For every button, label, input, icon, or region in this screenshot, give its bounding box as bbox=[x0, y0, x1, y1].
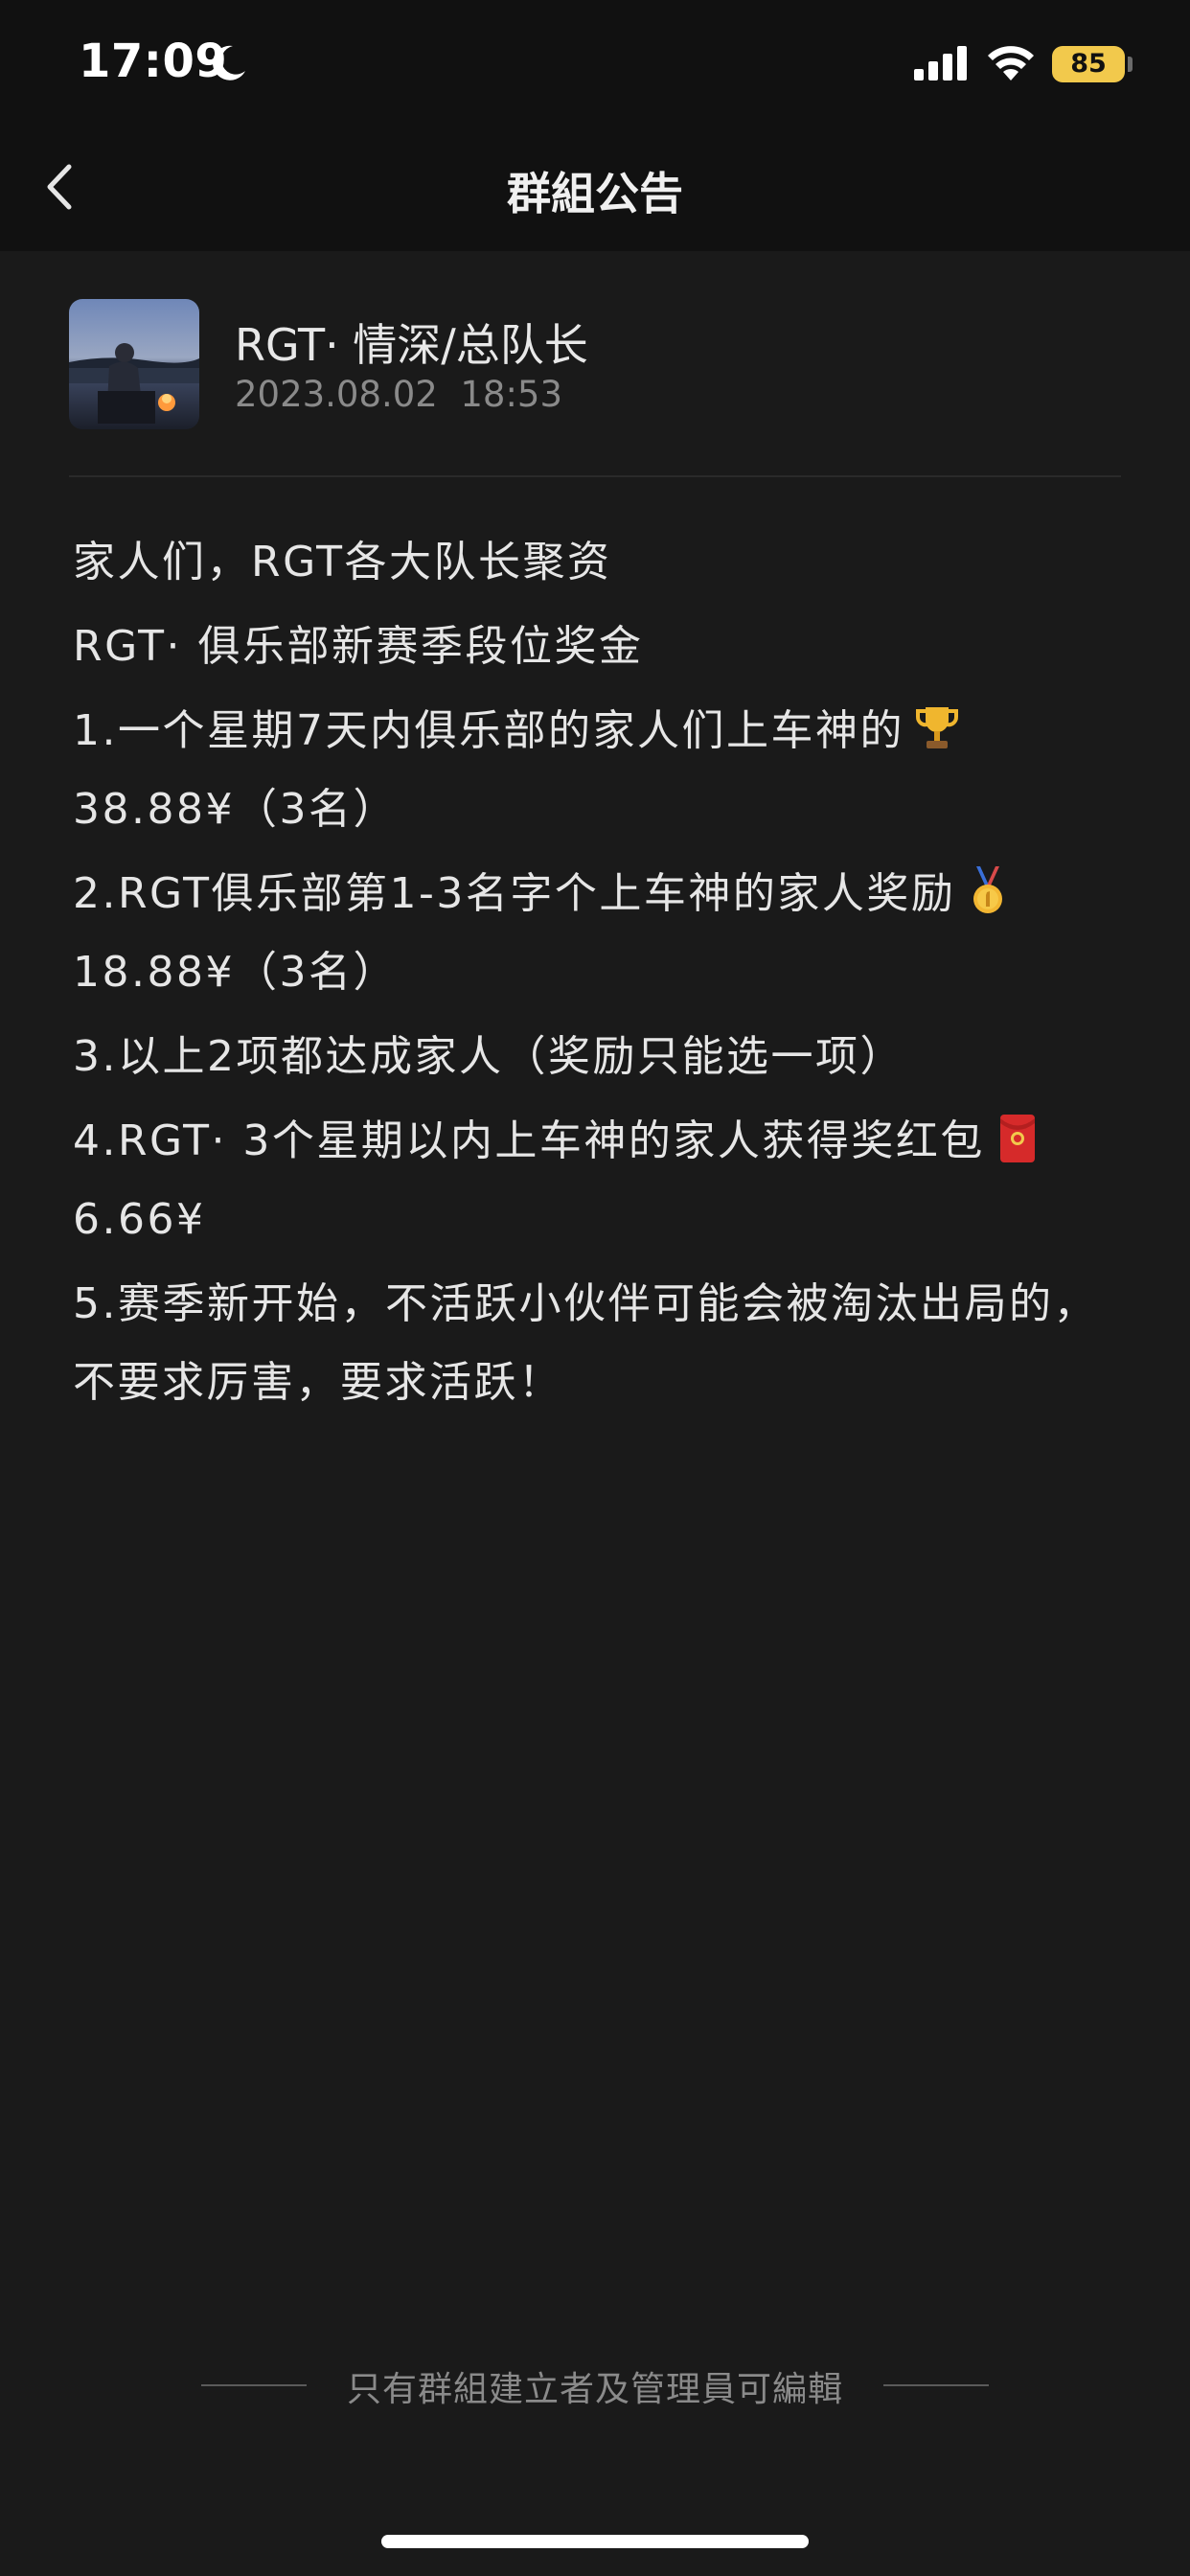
post-timestamp: 2023.08.02 18:53 bbox=[235, 374, 562, 415]
line-text: 5.赛季新开始，不活跃小伙伴可能会被淘汰出局的，不要求厉害，要求活跃！ bbox=[73, 1279, 1098, 1407]
line-text: 1.一个星期7天内俱乐部的家人们上车神的 bbox=[73, 706, 904, 755]
avatar-image bbox=[69, 299, 199, 429]
announcement-line: 5.赛季新开始，不活跃小伙伴可能会被淘汰出局的，不要求厉害，要求活跃！ bbox=[73, 1265, 1127, 1422]
status-time: 17:09 bbox=[79, 34, 228, 88]
line-text-continued: 6.66¥ bbox=[73, 1195, 206, 1244]
battery-nub bbox=[1128, 57, 1133, 72]
page-title: 群組公告 bbox=[507, 168, 683, 219]
nav-bar: 群組公告 bbox=[0, 125, 1190, 251]
battery-indicator: 85 bbox=[1052, 46, 1125, 82]
trophy-icon bbox=[915, 707, 958, 748]
red-envelope-icon bbox=[999, 1115, 1035, 1162]
line-text-continued: 38.88¥（3名） bbox=[73, 785, 398, 834]
avatar[interactable] bbox=[69, 299, 199, 429]
announcement-body: 家人们，RGT各大队长聚资 RGT· 俱乐部新赛季段位奖金 1.一个星期7天内俱… bbox=[73, 523, 1127, 1428]
status-bar: 17:09 85 bbox=[0, 0, 1190, 125]
line-text: 3.以上2项都达成家人（奖励只能选一项） bbox=[73, 1032, 904, 1081]
announcement-line: 2.RGT俱乐部第1-3名字个上车神的家人奖励 18.88¥（3名） bbox=[73, 855, 1127, 1012]
footer-text: 只有群組建立者及管理員可編輯 bbox=[346, 2370, 843, 2409]
wifi-icon bbox=[988, 46, 1034, 80]
announcement-author: RGT· 情深/总队长 2023.08.02 18:53 bbox=[69, 299, 1121, 429]
home-indicator[interactable] bbox=[381, 2535, 809, 2548]
line-text: 2.RGT俱乐部第1-3名字个上车神的家人奖励 bbox=[73, 869, 956, 918]
line-text: 家人们，RGT各大队长聚资 bbox=[73, 538, 612, 586]
announcement-line: 1.一个星期7天内俱乐部的家人们上车神的 38.88¥（3名） bbox=[73, 692, 1127, 849]
header-divider bbox=[69, 475, 1121, 477]
footer-note: 只有群組建立者及管理員可編輯 bbox=[0, 2356, 1190, 2413]
gold-medal-icon bbox=[973, 866, 1003, 913]
announcement-line: RGT· 俱乐部新赛季段位奖金 bbox=[73, 608, 1127, 686]
line-text-continued: 18.88¥（3名） bbox=[73, 948, 398, 997]
announcement-line: 家人们，RGT各大队长聚资 bbox=[73, 523, 1127, 602]
cellular-signal-icon bbox=[914, 46, 967, 80]
line-text: 4.RGT· 3个星期以内上车神的家人获得奖红包 bbox=[73, 1116, 985, 1165]
top-bar: 17:09 85 群組公告 bbox=[0, 0, 1190, 251]
line-text: RGT· 俱乐部新赛季段位奖金 bbox=[73, 622, 644, 671]
author-name: RGT· 情深/总队长 bbox=[235, 319, 588, 371]
announcement-line: 3.以上2项都达成家人（奖励只能选一项） bbox=[73, 1018, 1127, 1096]
moon-icon bbox=[213, 45, 245, 80]
announcement-line: 4.RGT· 3个星期以内上车神的家人获得奖红包 6.66¥ bbox=[73, 1102, 1127, 1259]
footer-rule-right bbox=[883, 2384, 989, 2386]
